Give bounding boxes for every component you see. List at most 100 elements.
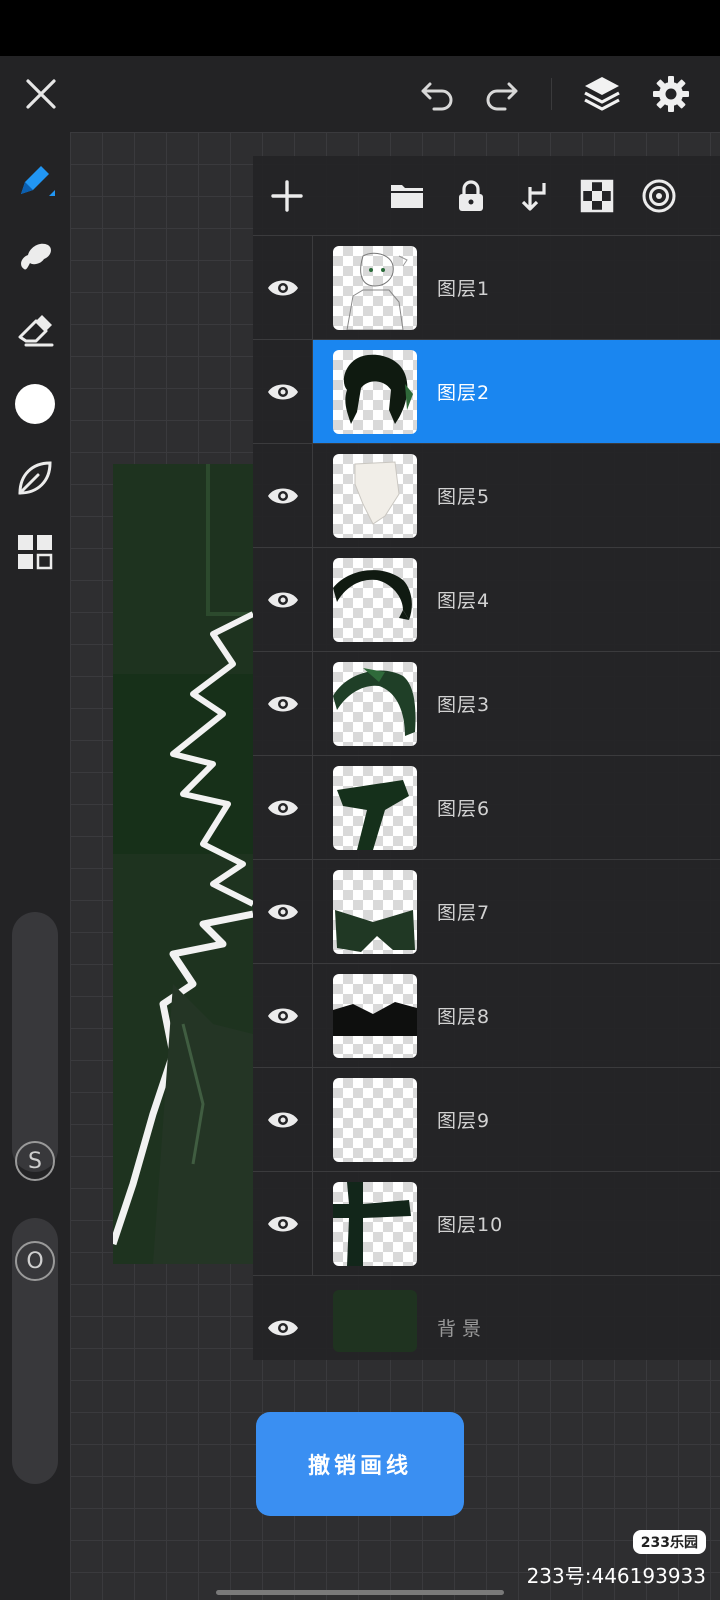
visibility-toggle[interactable] [253,1068,313,1171]
layer-name: 图层7 [437,902,491,924]
merge-down-icon [521,183,546,211]
lock-icon [459,180,483,211]
eraser-tool[interactable] [11,306,59,354]
target-icon [642,179,676,213]
alpha-lock-button[interactable] [573,172,621,220]
artwork-preview [113,464,253,1264]
group-layer-button[interactable] [383,172,431,220]
layer-main[interactable]: 背景 [313,1276,720,1379]
close-button[interactable] [17,70,65,118]
layer-row[interactable]: 图层9 [253,1068,720,1172]
checker-icon [580,179,614,213]
layers-toolbar [253,156,720,236]
undo-button[interactable] [414,70,462,118]
layer-thumbnail [333,454,417,538]
layer-name: 图层4 [437,590,491,612]
layer-row-selected[interactable]: 图层2 [253,340,720,444]
undo-stroke-button[interactable]: 撤销画线 [256,1412,464,1516]
layer-main[interactable]: 图层3 [313,652,720,755]
layer-row[interactable]: 图层6 [253,756,720,860]
layer-name: 背景 [437,1318,488,1340]
visibility-toggle[interactable] [253,1276,313,1379]
layer-row[interactable]: 图层4 [253,548,720,652]
opacity-knob[interactable]: O [12,1238,58,1284]
visibility-toggle[interactable] [253,444,313,547]
layer-thumbnail [333,246,417,330]
layer-row[interactable]: 图层7 [253,860,720,964]
undo-icon [421,82,453,111]
layer-row[interactable]: 图层3 [253,652,720,756]
eye-icon [267,488,298,503]
eye-icon [267,1216,298,1231]
size-knob[interactable]: S [12,1138,58,1184]
layer-main[interactable]: 图层6 [313,756,720,859]
watermark: 233乐园 233号:446193933 [527,1530,706,1589]
brush-tool[interactable] [11,156,59,204]
layer-name: 图层3 [437,694,491,716]
brush-size-slider[interactable] [12,912,58,1172]
visibility-toggle[interactable] [253,964,313,1067]
visibility-toggle[interactable] [253,860,313,963]
eye-icon [267,592,298,607]
layer-name: 图层5 [437,486,491,508]
settings-button[interactable] [647,70,695,118]
layer-main[interactable]: 图层7 [313,860,720,963]
layer-main[interactable]: 图层2 [313,340,720,443]
watermark-id: 233号:446193933 [526,1564,706,1588]
status-bar [0,0,720,56]
layers-panel: 图层1 图层2 图层5 图层4 图层3 图层6 图层7 图层8 图层9 图层10… [253,156,720,1360]
layer-main[interactable]: 图层8 [313,964,720,1067]
eye-icon [268,1320,298,1335]
top-toolbar [0,56,720,132]
layer-main[interactable]: 图层9 [313,1068,720,1171]
close-icon [26,79,56,109]
tool-sidebar: S O [0,132,70,1600]
layers-icon [584,77,620,111]
layer-row[interactable]: 图层8 [253,964,720,1068]
smudge-tool[interactable] [11,232,59,280]
reference-layer-button[interactable] [635,172,683,220]
layer-main[interactable]: 图层4 [313,548,720,651]
layer-thumbnail [333,1182,417,1266]
color-picker[interactable] [11,380,59,428]
watermark-logo: 233乐园 [632,1530,706,1554]
grid-icon [18,535,53,570]
layer-row[interactable]: 图层5 [253,444,720,548]
layers-button[interactable] [578,70,626,118]
eraser-icon [18,315,54,347]
layer-main[interactable]: 图层5 [313,444,720,547]
leaf-icon [18,461,52,495]
layer-name: 图层9 [437,1110,491,1132]
merge-down-button[interactable] [511,172,559,220]
visibility-toggle[interactable] [253,652,313,755]
layer-thumbnail [333,558,417,642]
layer-main[interactable]: 图层1 [313,236,720,339]
adjust-tool[interactable] [11,454,59,502]
layer-thumbnail [333,974,417,1058]
layer-row[interactable]: 图层10 [253,1172,720,1276]
eye-icon [267,1112,298,1127]
pen-icon [21,166,55,196]
toolbar-divider [551,78,552,110]
visibility-toggle[interactable] [253,756,313,859]
layer-row[interactable]: 图层1 [253,236,720,340]
visibility-toggle[interactable] [253,548,313,651]
visibility-toggle[interactable] [253,340,313,443]
gallery-tool[interactable] [11,528,59,576]
eye-icon [267,904,298,919]
layer-thumbnail [333,870,417,954]
layer-main[interactable]: 图层10 [313,1172,720,1275]
add-icon [271,180,303,212]
layer-name: 图层1 [437,278,491,300]
add-layer-button[interactable] [263,172,311,220]
lock-layer-button[interactable] [447,172,495,220]
visibility-toggle[interactable] [253,236,313,339]
background-layer-row[interactable]: 背景 [253,1276,720,1380]
layer-name: 图层10 [437,1214,504,1236]
home-indicator[interactable] [216,1590,504,1595]
eye-icon [267,696,298,711]
eye-icon [267,1008,298,1023]
eye-icon [267,800,298,815]
redo-button[interactable] [477,70,525,118]
visibility-toggle[interactable] [253,1172,313,1275]
